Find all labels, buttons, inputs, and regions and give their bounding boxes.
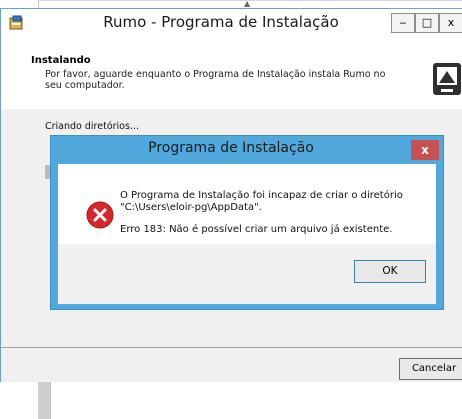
close-button[interactable]: x	[439, 13, 462, 33]
installer-logo-icon	[433, 63, 461, 95]
installer-titlebar[interactable]: Rumo - Programa de Instalação ‒ □ x	[1, 9, 462, 37]
minimize-button[interactable]: ‒	[391, 13, 415, 33]
error-dialog: Programa de Instalação x O Programa de I…	[50, 135, 444, 310]
background-window-top	[0, 0, 462, 8]
dialog-title: Programa de Instalação	[148, 140, 314, 156]
header-subtitle: Por favor, aguarde enquanto o Programa d…	[45, 69, 386, 91]
dialog-close-button[interactable]: x	[411, 140, 439, 160]
background-tick	[38, 0, 39, 8]
dialog-button-bar: OK	[58, 244, 436, 304]
background-strip-edge	[50, 382, 51, 419]
error-code-message: Erro 183: Não é possível criar um arquiv…	[120, 224, 393, 235]
error-message: O Programa de Instalação foi incapaz de …	[120, 190, 403, 213]
error-icon	[86, 201, 114, 229]
installer-header: Instalando Por favor, aguarde enquanto o…	[1, 37, 462, 110]
maximize-button[interactable]: □	[415, 13, 439, 33]
cancel-button[interactable]: Cancelar	[399, 358, 462, 380]
installer-footer: Cancelar	[1, 348, 462, 382]
dialog-content: O Programa de Instalação foi incapaz de …	[58, 164, 436, 304]
ok-button[interactable]: OK	[354, 260, 426, 283]
installer-title: Rumo - Programa de Instalação	[103, 13, 339, 31]
background-scroll-strip	[38, 382, 50, 419]
header-title: Instalando	[31, 55, 91, 66]
background-caret-icon: ▲	[244, 0, 251, 8]
status-text: Criando diretórios...	[45, 121, 139, 132]
